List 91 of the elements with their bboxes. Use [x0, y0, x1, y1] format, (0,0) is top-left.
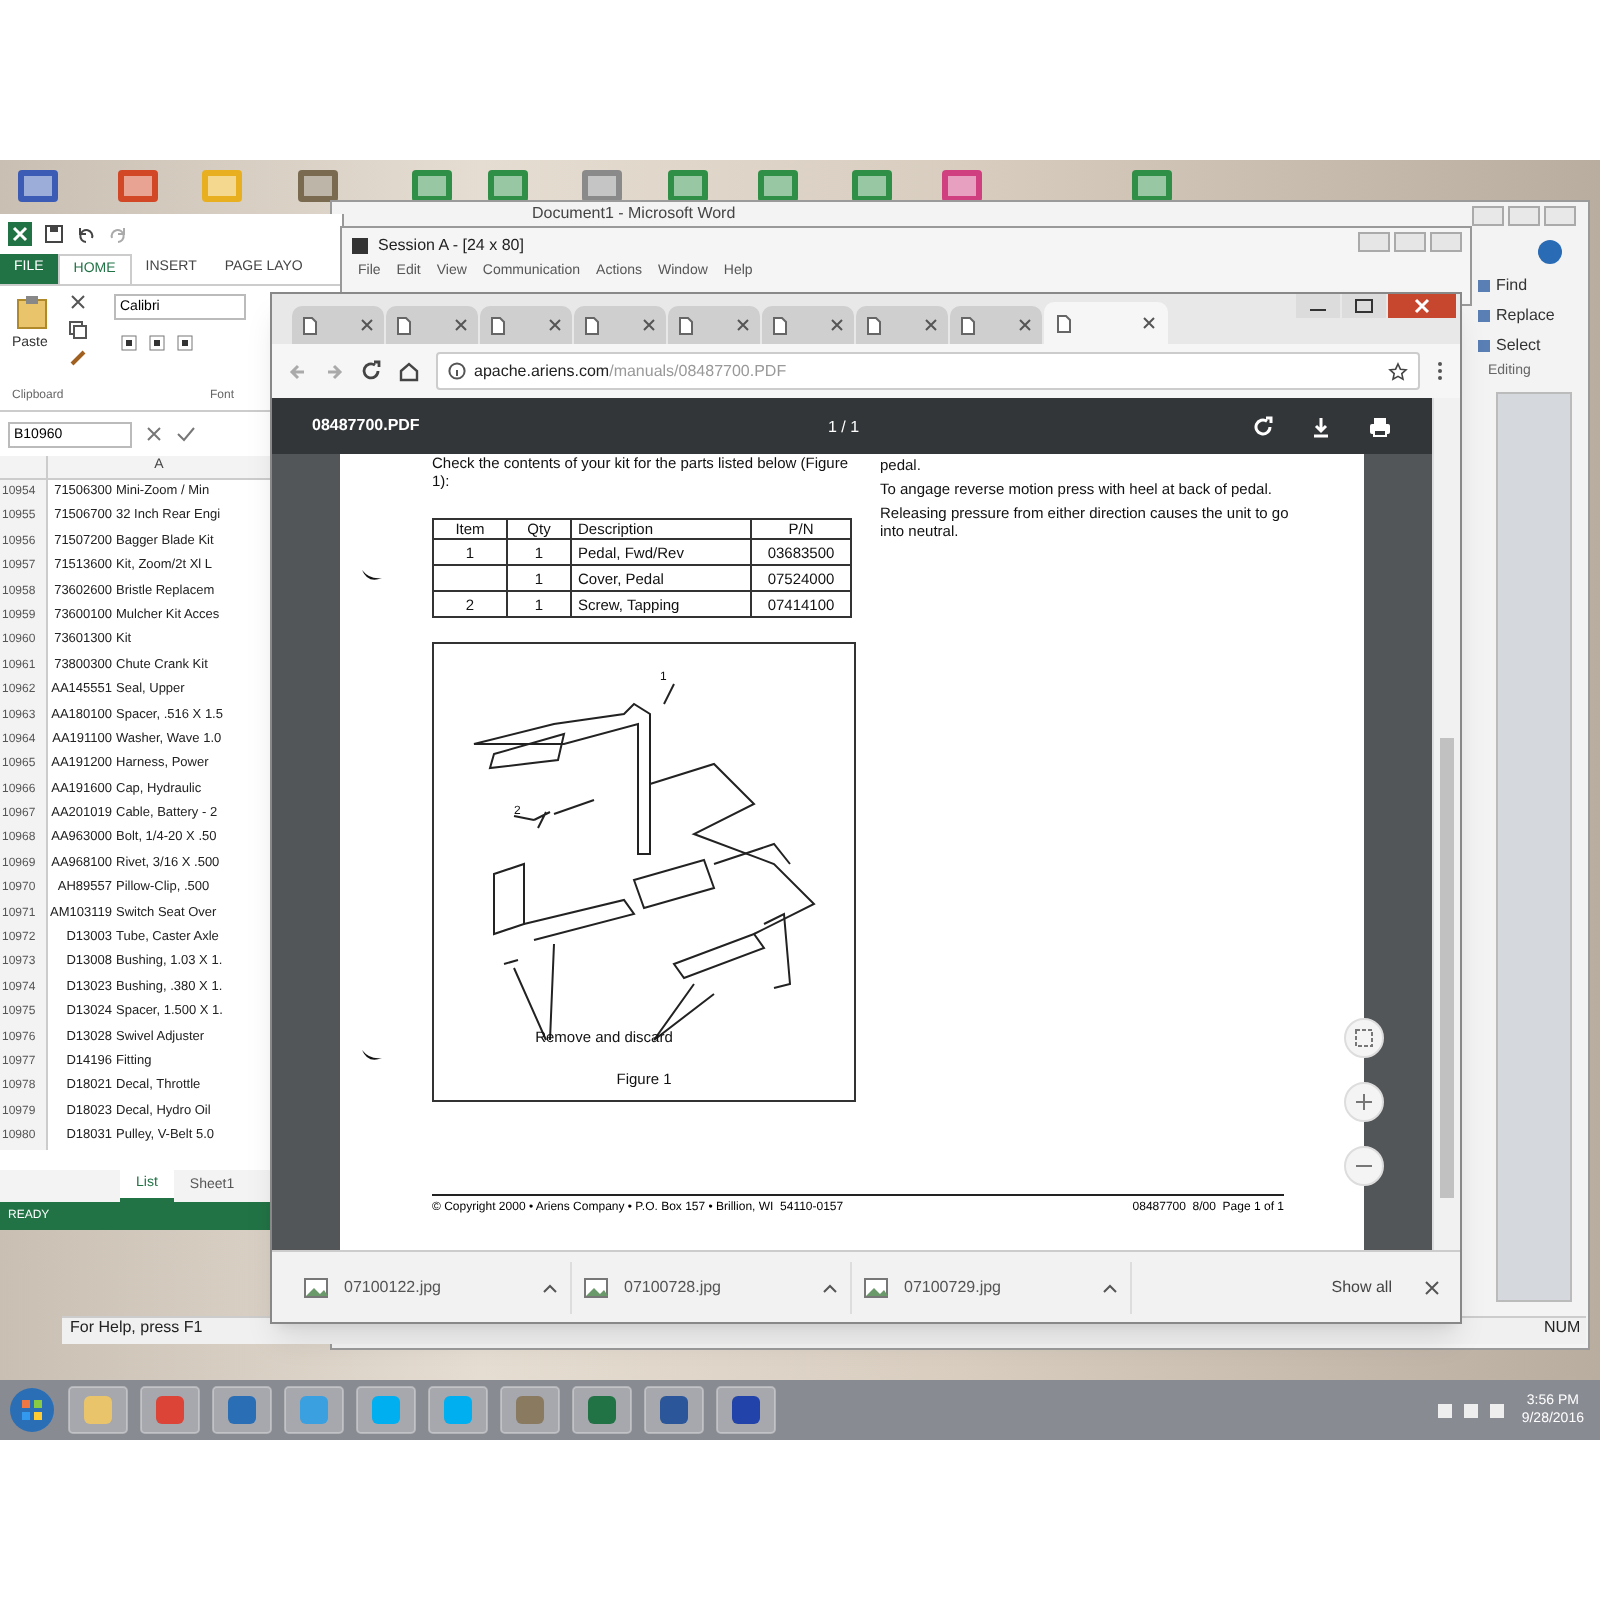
page-indicator: 1 / 1	[828, 416, 860, 440]
caret-icon[interactable]	[1102, 1281, 1118, 1293]
caret-icon[interactable]	[822, 1281, 838, 1293]
page-icon	[1056, 313, 1072, 333]
desktop-file-icon[interactable]	[1130, 168, 1174, 204]
page-icon	[772, 315, 788, 335]
browser-tab[interactable]	[574, 306, 666, 344]
ribbon-button[interactable]: Replace	[1472, 304, 1559, 328]
maximize-icon[interactable]	[1342, 294, 1386, 318]
desktop-file-icon[interactable]	[940, 168, 984, 204]
desktop-file-icon[interactable]	[486, 168, 530, 204]
page-icon	[490, 315, 506, 335]
close-icon[interactable]	[454, 318, 468, 332]
undo-icon[interactable]	[76, 224, 96, 244]
file-name: 07100728.jpg	[624, 1275, 721, 1299]
rotate-icon[interactable]	[1252, 415, 1274, 437]
download-item[interactable]: 07100729.jpg	[852, 1261, 1132, 1313]
window-title: Session A - [24 x 80]	[378, 233, 524, 257]
page-icon	[396, 315, 412, 335]
close-icon[interactable]	[642, 318, 656, 332]
page-icon	[678, 315, 694, 335]
browser-tab[interactable]	[292, 306, 384, 344]
info-icon[interactable]	[448, 362, 466, 380]
page-icon	[302, 315, 318, 335]
print-icon[interactable]	[1368, 415, 1392, 437]
download-item[interactable]: 07100122.jpg	[292, 1261, 572, 1313]
browser-tab[interactable]	[386, 306, 478, 344]
url-text: /manuals/08487700.PDF	[609, 361, 787, 379]
vertical-scrollbar[interactable]	[1432, 398, 1460, 1250]
close-icon[interactable]	[1018, 318, 1032, 332]
desktop-file-icon[interactable]	[296, 168, 340, 204]
image-file-icon	[864, 1277, 888, 1297]
file-name: 07100122.jpg	[344, 1275, 441, 1299]
crescent-mark	[360, 566, 384, 586]
download-item[interactable]: 07100728.jpg	[572, 1261, 852, 1313]
url-text: apache.ariens.com	[474, 361, 610, 379]
window-title: Document1 - Microsoft Word	[532, 204, 736, 224]
desktop-file-icon[interactable]	[580, 168, 624, 204]
reload-icon[interactable]	[360, 360, 382, 382]
copy-icon[interactable]	[68, 320, 88, 340]
desktop-file-icon[interactable]	[410, 168, 454, 204]
close-icon[interactable]	[548, 318, 562, 332]
ribbon-button[interactable]: Select	[1472, 334, 1559, 358]
desktop-file-icon[interactable]	[756, 168, 800, 204]
browser-tab[interactable]	[950, 306, 1042, 344]
clipboard-icon	[16, 294, 48, 330]
desktop-file-icon[interactable]	[666, 168, 710, 204]
menu-icon[interactable]	[1436, 360, 1444, 382]
close-icon[interactable]	[1388, 294, 1456, 318]
file-name: 07100729.jpg	[904, 1275, 1001, 1299]
browser-tab[interactable]	[668, 306, 760, 344]
minimize-icon[interactable]	[1296, 294, 1340, 318]
close-icon[interactable]	[736, 318, 750, 332]
crescent-mark	[360, 1046, 384, 1066]
close-icon[interactable]	[924, 318, 938, 332]
show-all-button[interactable]: Show all	[1323, 1275, 1400, 1299]
file-name: 08487700.PDF	[312, 414, 420, 438]
image-file-icon	[584, 1277, 608, 1297]
browser-tab[interactable]	[856, 306, 948, 344]
browser-tab[interactable]	[1044, 302, 1168, 344]
desktop-file-icon[interactable]	[16, 168, 60, 204]
page-icon	[866, 315, 882, 335]
caret-icon[interactable]	[542, 1281, 558, 1293]
close-icon[interactable]	[360, 318, 374, 332]
status-text: For Help, press F1	[70, 1316, 203, 1340]
download-icon[interactable]	[1310, 415, 1332, 437]
zoom-in-icon[interactable]	[1344, 1082, 1384, 1122]
zoom-out-icon[interactable]	[1344, 1146, 1384, 1186]
checkmark-icon[interactable]	[176, 424, 196, 444]
desktop-file-icon[interactable]	[850, 168, 894, 204]
home-icon[interactable]	[398, 360, 420, 382]
ribbon-button[interactable]: Find	[1472, 274, 1559, 298]
star-icon[interactable]	[1388, 361, 1408, 381]
desktop-file-icon[interactable]	[116, 168, 160, 204]
cancel-icon[interactable]	[144, 424, 164, 444]
start-button-icon[interactable]	[8, 1386, 56, 1434]
page-icon	[584, 315, 600, 335]
browser-tab[interactable]	[762, 306, 854, 344]
address-bar[interactable]: apache.ariens.com/manuals/08487700.PDF	[436, 352, 1420, 390]
cut-icon[interactable]	[68, 292, 88, 312]
save-icon[interactable]	[44, 224, 64, 244]
close-icon[interactable]	[1424, 1279, 1440, 1295]
image-file-icon	[304, 1277, 328, 1297]
vertical-scrollbar[interactable]	[1496, 392, 1572, 1302]
close-icon[interactable]	[1142, 316, 1156, 330]
page-icon	[960, 315, 976, 335]
fit-page-icon[interactable]	[1344, 1018, 1384, 1058]
status-indicator: NUM	[1544, 1316, 1581, 1340]
brush-icon[interactable]	[68, 348, 88, 368]
browser-tab[interactable]	[480, 306, 572, 344]
close-icon[interactable]	[830, 318, 844, 332]
